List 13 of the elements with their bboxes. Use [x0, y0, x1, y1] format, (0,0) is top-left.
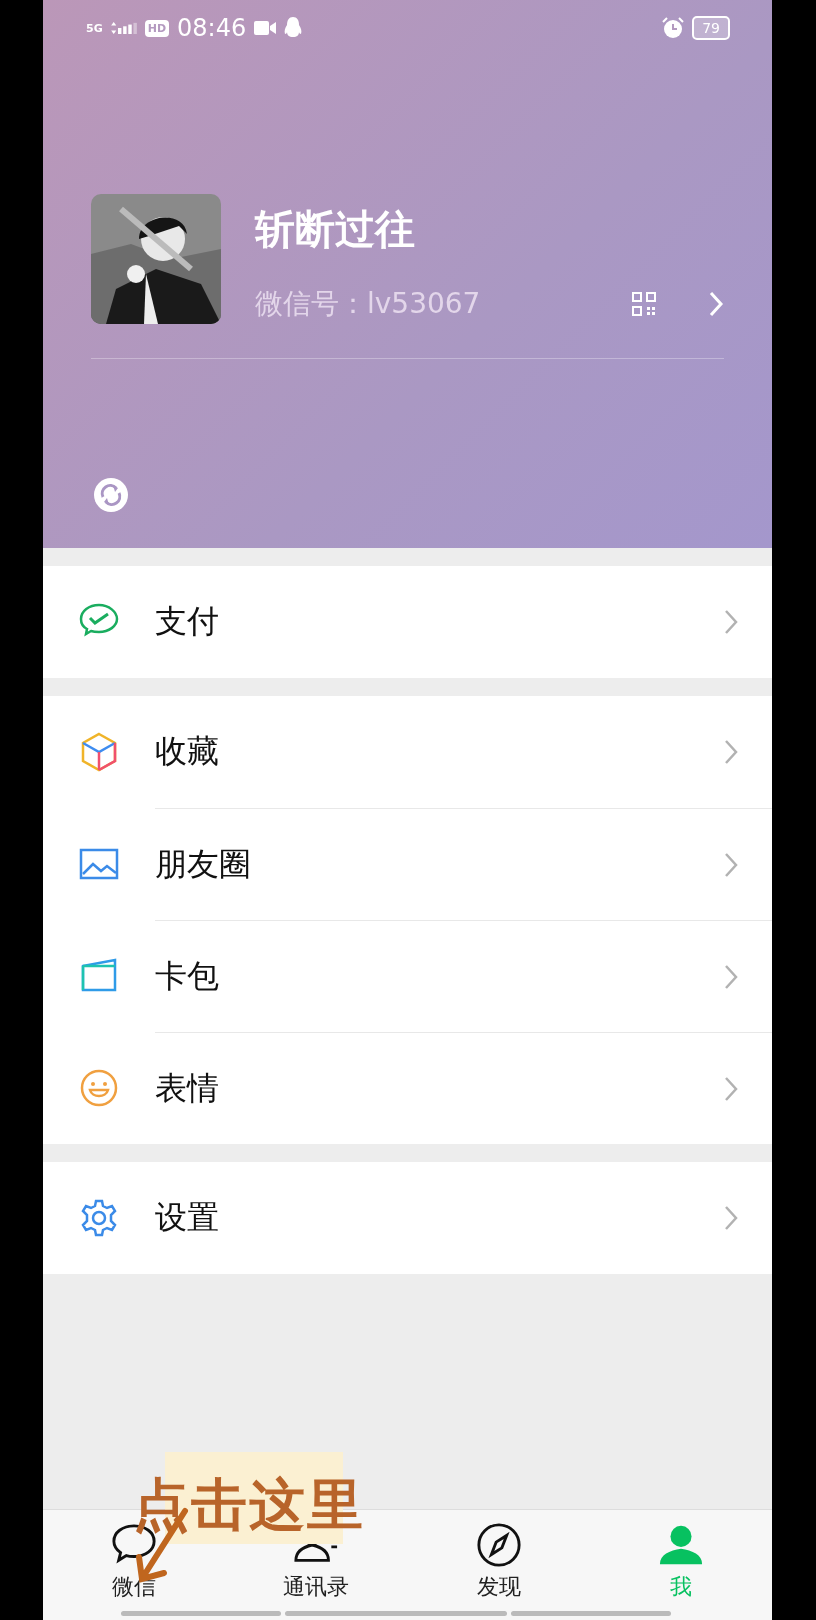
menu-label: 卡包 [155, 955, 219, 997]
network-label: 5G [86, 21, 103, 35]
wechat-id: 微信号：lv53067 [255, 286, 482, 322]
profile-name: 斩断过往 [255, 205, 416, 254]
menu-label: 朋友圈 [155, 843, 251, 885]
menu-label: 收藏 [155, 731, 219, 772]
clock-time: 08:46 [177, 14, 247, 42]
hd-badge: HD [144, 19, 170, 37]
menu-label: 设置 [155, 1197, 219, 1238]
hint-text: 点击这里 [133, 1471, 365, 1539]
menu-label: 表情 [155, 1067, 219, 1109]
menu-label: 支付 [155, 601, 219, 642]
battery-level: 79 [702, 20, 720, 36]
